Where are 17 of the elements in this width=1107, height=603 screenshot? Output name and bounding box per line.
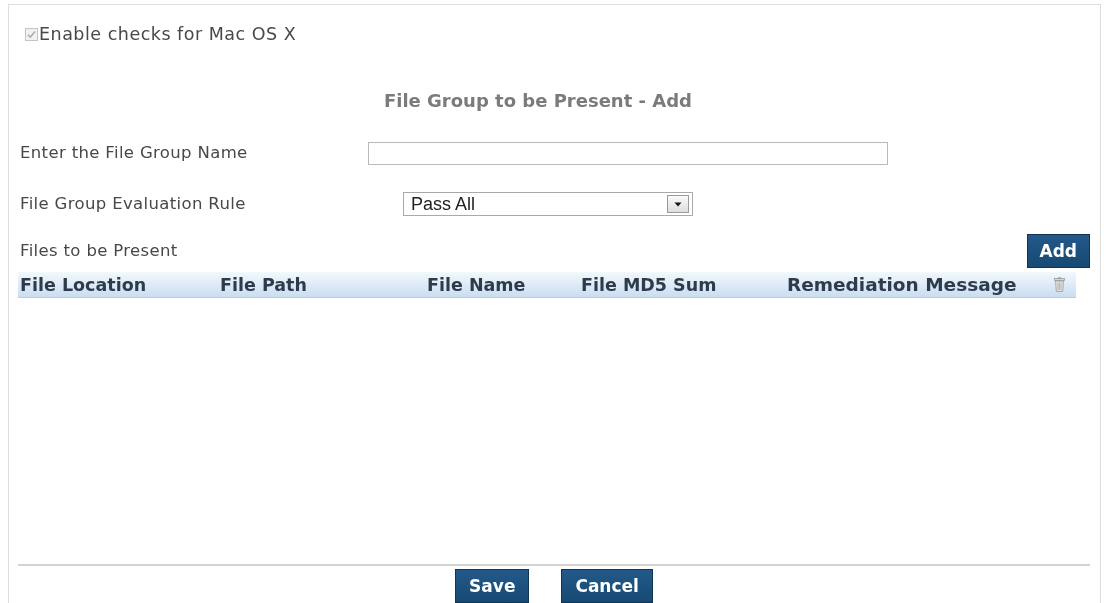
text-input-field[interactable] bbox=[368, 141, 888, 165]
field-label: File Group Evaluation Rule bbox=[20, 194, 246, 213]
trash-icon[interactable] bbox=[1054, 277, 1065, 292]
section-label: Files to be Present bbox=[20, 240, 178, 262]
column-header: File Name bbox=[427, 273, 527, 297]
field-label: Enter the File Group Name bbox=[20, 143, 248, 162]
dropdown-field[interactable]: Pass All bbox=[403, 192, 693, 216]
dialog-title: File Group to be Present - Add bbox=[384, 90, 692, 112]
column-header: File Path bbox=[220, 273, 308, 297]
caret-icon[interactable] bbox=[667, 195, 689, 213]
column-header: File Location bbox=[20, 273, 148, 297]
add-button[interactable]: Add bbox=[1026, 234, 1090, 268]
column-header: File MD5 Sum bbox=[581, 273, 718, 297]
save-button[interactable]: Save bbox=[455, 569, 530, 603]
checkbox-label: Enable checks for Mac OS X bbox=[39, 23, 297, 45]
cancel-button[interactable]: Cancel bbox=[561, 569, 653, 603]
column-header: Remediation Message bbox=[787, 272, 1018, 297]
